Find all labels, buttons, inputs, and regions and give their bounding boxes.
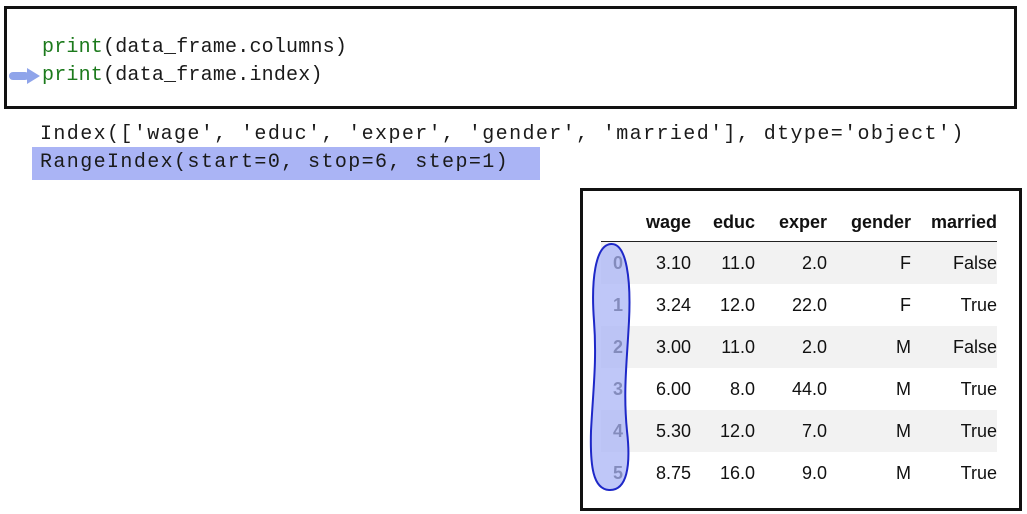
row-index: 3 — [612, 378, 623, 399]
cell-educ: 11.0 — [721, 252, 755, 273]
row-index: 0 — [612, 252, 623, 273]
table-row: 0 3.10 11.0 2.0 F False — [601, 241, 997, 284]
cell-educ: 8.0 — [729, 378, 755, 399]
dataframe-table: wage educ exper gender married 0 3.10 11… — [601, 203, 997, 494]
cell-married: False — [952, 252, 997, 273]
table-row: 3 6.00 8.0 44.0 M True — [601, 368, 997, 410]
column-header: married — [911, 203, 997, 242]
table-row: 5 8.75 16.0 9.0 M True — [601, 452, 997, 494]
cell-educ: 12.0 — [719, 420, 755, 441]
cell-exper: 9.0 — [801, 462, 827, 483]
cell-wage: 8.75 — [655, 462, 691, 483]
cell-married: False — [952, 336, 997, 357]
output-index: RangeIndex(start=0, stop=6, step=1) — [40, 151, 510, 174]
cell-exper: 7.0 — [801, 420, 827, 441]
cell-wage: 3.24 — [655, 294, 691, 315]
index-header — [601, 203, 635, 242]
code-cell[interactable]: print(data_frame.columns) print(data_fra… — [4, 6, 1017, 109]
column-header: exper — [755, 203, 827, 242]
column-header: educ — [691, 203, 755, 242]
print-function: print — [42, 36, 104, 59]
cell-gender: M — [896, 378, 911, 399]
row-index: 5 — [612, 462, 623, 483]
table-row: 4 5.30 12.0 7.0 M True — [601, 410, 997, 452]
cell-wage: 3.10 — [655, 252, 691, 273]
cell-wage: 6.00 — [655, 378, 691, 399]
column-header: wage — [635, 203, 691, 242]
cell-educ: 12.0 — [719, 294, 755, 315]
cell-wage: 5.30 — [655, 420, 691, 441]
print-args: (data_frame.index) — [103, 64, 323, 87]
dataframe-panel: wage educ exper gender married 0 3.10 11… — [580, 188, 1022, 511]
cell-married: True — [960, 378, 997, 399]
code-line-index: print(data_frame.index) — [42, 64, 323, 88]
print-function: print — [42, 64, 104, 87]
header-row: wage educ exper gender married — [601, 203, 997, 242]
cell-exper: 2.0 — [801, 252, 827, 273]
cell-educ: 11.0 — [721, 336, 755, 357]
column-header: gender — [827, 203, 911, 242]
cell-married: True — [960, 462, 997, 483]
table-row: 2 3.00 11.0 2.0 M False — [601, 326, 997, 368]
cell-wage: 3.00 — [655, 336, 691, 357]
print-args: (data_frame.columns) — [103, 36, 348, 59]
table-row: 1 3.24 12.0 22.0 F True — [601, 284, 997, 326]
execution-arrow-icon — [9, 68, 40, 84]
cell-married: True — [960, 294, 997, 315]
cell-married: True — [960, 420, 997, 441]
cell-exper: 44.0 — [791, 378, 827, 399]
cell-gender: F — [900, 294, 911, 315]
row-index: 1 — [612, 294, 623, 315]
cell-gender: M — [896, 462, 911, 483]
cell-educ: 16.0 — [719, 462, 755, 483]
cell-exper: 22.0 — [791, 294, 827, 315]
cell-gender: M — [896, 336, 911, 357]
row-index: 2 — [612, 336, 623, 357]
output-columns: Index(['wage', 'educ', 'exper', 'gender'… — [40, 123, 965, 146]
cell-gender: M — [896, 420, 911, 441]
cell-exper: 2.0 — [801, 336, 827, 357]
cell-gender: F — [900, 252, 911, 273]
row-index: 4 — [612, 420, 623, 441]
code-line-columns: print(data_frame.columns) — [42, 36, 347, 60]
